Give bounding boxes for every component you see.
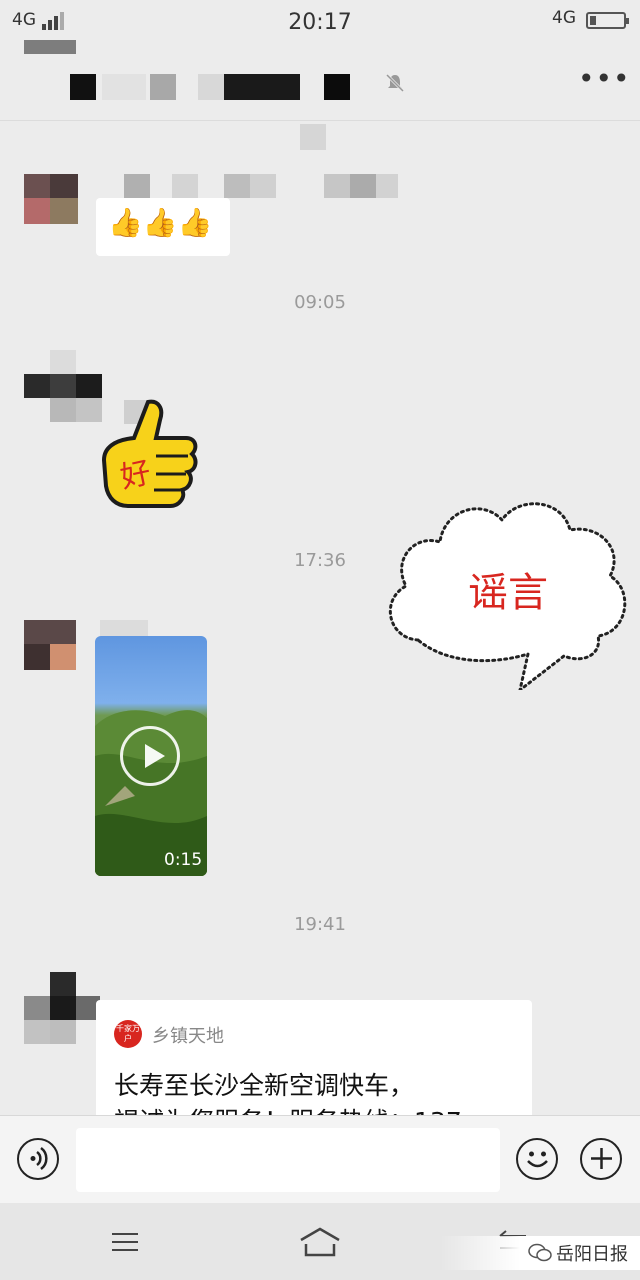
censored-back[interactable] [24,40,76,54]
avatar[interactable] [24,972,100,1044]
clock: 20:17 [288,10,352,35]
card-text-line-1: 长寿至长沙全新空调快车， [114,1071,415,1100]
avatar[interactable] [24,620,78,670]
home-icon[interactable] [298,1226,342,1258]
emoji-icon[interactable] [516,1138,558,1180]
thumbs-up-emoji: 👍👍👍 [108,206,213,239]
censored-sender-name [100,174,400,198]
plus-icon[interactable] [580,1138,622,1180]
source-name: 乡镇天地 [152,1026,224,1047]
mute-icon [384,72,406,94]
rumor-label: 谣言 [468,570,548,616]
watermark-text: 岳阳日报 [556,1244,628,1265]
censored-block [300,124,326,150]
thumbs-up-sticker[interactable]: 好 [94,398,198,514]
play-icon[interactable] [120,726,180,786]
timestamp-1: 09:05 [294,292,346,313]
more-options-icon[interactable]: ••• [578,62,631,95]
status-bar: 4G 20:17 4G [0,0,640,44]
timestamp-3: 19:41 [294,914,346,935]
voice-icon[interactable] [17,1138,59,1180]
source-logo: 千家万户 [114,1020,142,1048]
network-type-right: 4G [552,8,576,28]
message-input[interactable] [76,1128,500,1192]
menu-icon[interactable] [110,1230,140,1254]
message-bubble-emoji[interactable]: 👍👍👍 [96,198,230,256]
video-duration: 0:15 [164,850,203,870]
censored-title [70,74,350,100]
censored-block [50,350,76,374]
avatar[interactable] [24,174,78,224]
avatar[interactable] [24,374,102,422]
battery-icon [586,12,629,29]
wechat-icon [528,1243,552,1267]
